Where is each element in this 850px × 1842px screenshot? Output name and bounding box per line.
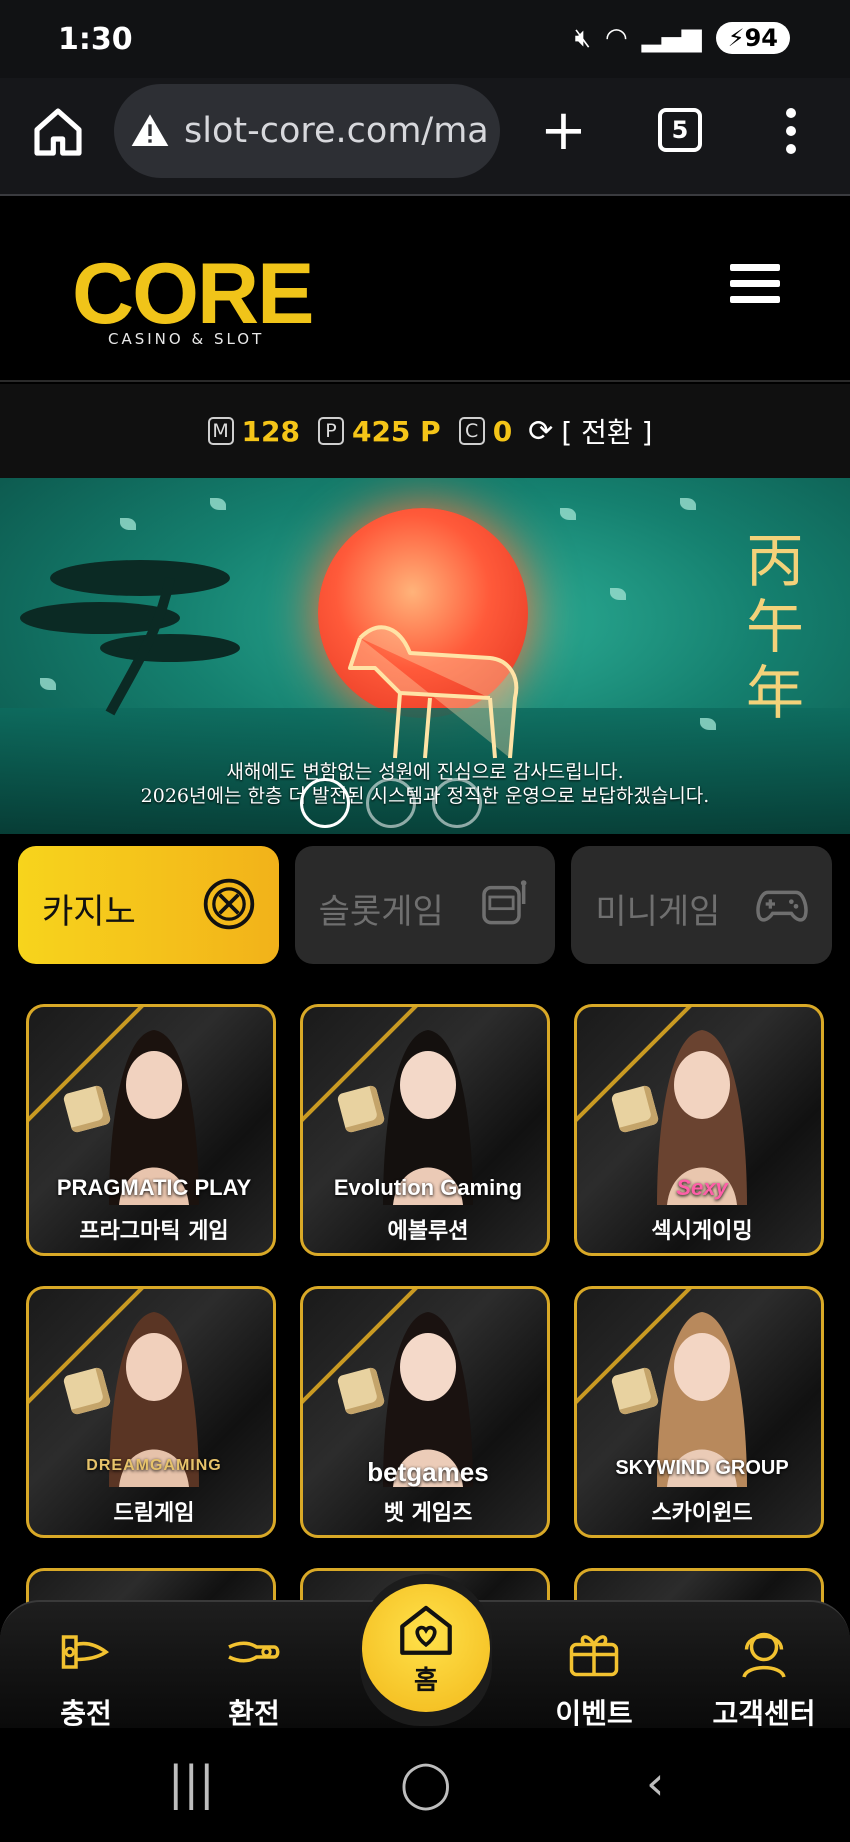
tab-label: 카지노: [42, 892, 136, 932]
site-logo[interactable]: CORE CASINO & SLOT: [72, 246, 314, 348]
new-tab-button[interactable]: +: [540, 103, 587, 159]
status-bar: 1:30 🔇︎ ◠ ▂▄▆ ⚡94: [0, 0, 850, 78]
point-value: 425 P: [351, 414, 441, 448]
nav-home[interactable]: 홈: [360, 1574, 492, 1726]
nav-label: 홈: [414, 1665, 438, 1696]
banner-title: 丙午年: [745, 527, 804, 727]
browser-menu-icon[interactable]: [784, 108, 798, 154]
wifi-icon: ◠: [605, 23, 628, 53]
carousel-dot[interactable]: [432, 778, 482, 828]
provider-logo: betgames: [367, 1457, 489, 1487]
game-name: 드림게임: [113, 1501, 195, 1526]
points-bar: M 128 P 425 P C 0 ⟳ [ 전환 ]: [0, 384, 850, 478]
game-name: 에볼루션: [387, 1219, 469, 1244]
gamepad-icon: [756, 890, 808, 922]
recents-icon[interactable]: |||: [168, 1756, 215, 1810]
game-card-dreamgaming[interactable]: DREAMGAMING 드림게임: [26, 1286, 276, 1538]
nav-label: 환전: [228, 1697, 280, 1730]
game-name: 섹시게이밍: [651, 1219, 753, 1244]
url-text[interactable]: slot-core.com/ma: [184, 111, 489, 151]
home-circle-icon[interactable]: ◯: [400, 1756, 451, 1810]
provider-logo: Evolution Gaming: [333, 1175, 523, 1200]
android-navigation-bar: ||| ◯ ‹: [0, 1728, 850, 1842]
nav-exchange[interactable]: 환전: [184, 1622, 324, 1732]
horse-image: [348, 625, 519, 759]
promo-banner[interactable]: 丙午年 새해에도 변함없는 성원에 진심으로 감사드립니다. 2026년에는 한…: [0, 478, 850, 834]
mute-icon: 🔇︎: [574, 22, 592, 53]
carousel-dot[interactable]: [366, 778, 416, 828]
carousel-indicators: [300, 778, 482, 828]
game-card-betgames[interactable]: betgames 벳 게임즈: [300, 1286, 550, 1538]
home-button[interactable]: 홈: [362, 1584, 490, 1712]
slot-machine-icon: [482, 880, 527, 925]
logo-subtitle: CASINO & SLOT: [108, 330, 265, 348]
game-name: 벳 게임즈: [383, 1501, 473, 1526]
withdraw-icon: [228, 1641, 280, 1663]
game-name: 프라그마틱 게임: [79, 1219, 229, 1244]
provider-logo: SKYWIND GROUP: [615, 1457, 789, 1479]
game-card-skywind[interactable]: SKYWIND GROUP 스카이윈드: [574, 1286, 824, 1538]
leaf-decoration: [680, 498, 696, 510]
tab-slot-games[interactable]: 슬롯게임: [294, 846, 556, 964]
leaf-decoration: [210, 498, 226, 510]
home-icon[interactable]: [30, 104, 86, 160]
tab-mini-games[interactable]: 미니게임: [571, 846, 833, 964]
roulette-icon: [203, 878, 254, 930]
leaf-decoration: [700, 718, 716, 730]
deposit-icon: [61, 1635, 110, 1669]
nav-label: 충전: [60, 1697, 112, 1730]
tab-casino[interactable]: 카지노: [18, 846, 279, 964]
nav-event[interactable]: 이벤트: [524, 1622, 664, 1732]
tab-label: 슬롯게임: [318, 892, 444, 932]
tab-label: 미니게임: [595, 892, 721, 932]
provider-logo: Sexy: [676, 1175, 728, 1200]
home-heart-icon: [400, 1605, 452, 1655]
game-grid: PRAGMATIC PLAY 프라그마틱 게임 Evolution Gaming…: [26, 1004, 824, 1628]
point-badge-icon: P: [317, 417, 344, 445]
signal-icon: ▂▄▆: [641, 23, 702, 53]
carousel-dot[interactable]: [300, 778, 350, 828]
back-icon[interactable]: ‹: [646, 1756, 664, 1810]
game-card-evolution[interactable]: Evolution Gaming 에볼루션: [300, 1004, 550, 1256]
tab-switcher-button[interactable]: 5: [658, 108, 702, 152]
provider-logo: DREAMGAMING: [86, 1457, 222, 1474]
pine-tree-image: [20, 560, 240, 716]
gift-icon: [569, 1635, 619, 1677]
leaf-decoration: [610, 588, 626, 600]
battery-level: 94: [744, 24, 778, 52]
headset-icon: [742, 1632, 786, 1678]
leaf-decoration: [560, 508, 576, 520]
provider-logo: PRAGMATIC PLAY: [56, 1175, 252, 1200]
nav-support[interactable]: 고객센터: [694, 1622, 834, 1732]
leaf-decoration: [120, 518, 136, 530]
refresh-icon[interactable]: ⟳: [528, 414, 553, 449]
game-name: 스카이윈드: [651, 1501, 753, 1526]
logo-text: CORE: [72, 246, 314, 342]
category-tabs: 카지노 슬롯게임 미니게임: [18, 846, 833, 964]
switch-button[interactable]: [ 전환 ]: [561, 411, 652, 451]
status-time: 1:30: [58, 22, 133, 57]
warning-icon[interactable]: [130, 111, 170, 151]
game-card-sexy[interactable]: Sexy 섹시게이밍: [574, 1004, 824, 1256]
nav-label: 고객센터: [712, 1697, 816, 1730]
nav-label: 이벤트: [555, 1697, 633, 1730]
battery-indicator: ⚡94: [715, 22, 790, 54]
browser-toolbar: slot-core.com/ma + 5: [0, 78, 850, 196]
leaf-decoration: [40, 678, 56, 690]
site-header: CORE CASINO & SLOT: [0, 198, 850, 382]
money-badge-icon: M: [207, 417, 234, 445]
game-card-pragmatic[interactable]: PRAGMATIC PLAY 프라그마틱 게임: [26, 1004, 276, 1256]
hamburger-menu-icon[interactable]: [730, 264, 780, 303]
status-icons: 🔇︎ ◠ ▂▄▆ ⚡94: [575, 22, 790, 54]
coupon-badge-icon: C: [458, 417, 485, 445]
address-bar[interactable]: slot-core.com/ma: [114, 84, 500, 178]
money-value: 128: [241, 414, 300, 448]
coupon-value: 0: [492, 414, 513, 448]
nav-charge[interactable]: 충전: [16, 1622, 156, 1732]
